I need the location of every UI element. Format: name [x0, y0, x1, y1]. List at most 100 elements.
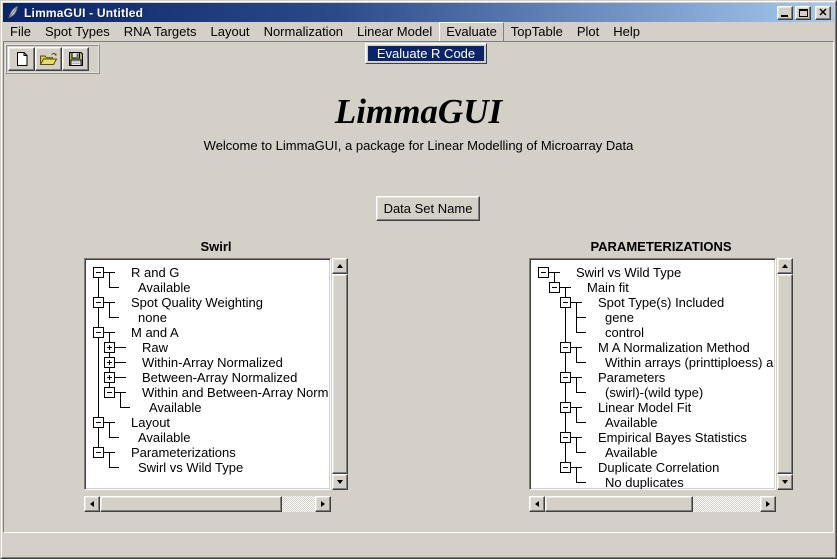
menu-item-evaluate-r-code[interactable]: Evaluate R Code: [368, 46, 484, 61]
tree-node-label[interactable]: M and A: [131, 325, 179, 340]
vscroll-thumb[interactable]: [332, 274, 348, 474]
tree-node-label[interactable]: Linear Model Fit: [598, 400, 691, 415]
save-file-button[interactable]: [62, 47, 89, 71]
tree-connector-line: [104, 452, 115, 453]
tree-node-label[interactable]: Swirl vs Wild Type: [576, 265, 681, 280]
tree-collapse-box[interactable]: [93, 327, 104, 338]
menu-item-normalization[interactable]: Normalization: [257, 22, 350, 42]
menu-item-rna-targets[interactable]: RNA Targets: [117, 22, 204, 42]
tree-node-label[interactable]: Available: [605, 445, 658, 460]
tree-node-label[interactable]: Within arrays (printtiploess) a: [605, 355, 773, 370]
menu-item-evaluate[interactable]: Evaluate: [439, 22, 504, 42]
tree-node-label[interactable]: Available: [138, 430, 191, 445]
left-tree-caption: Swirl: [84, 239, 348, 254]
scroll-left-button[interactable]: [84, 496, 100, 512]
menu-item-help[interactable]: Help: [606, 22, 647, 42]
tree-node-label[interactable]: Spot Type(s) Included: [598, 295, 724, 310]
tree-connector-line: [109, 302, 110, 317]
tree-collapse-box[interactable]: [560, 462, 571, 473]
hscroll-thumb[interactable]: [545, 496, 693, 512]
maximize-button[interactable]: [795, 6, 811, 20]
data-set-name-button[interactable]: Data Set Name: [376, 196, 480, 221]
scroll-down-button[interactable]: [332, 474, 348, 490]
tree-connector-line: [109, 467, 119, 468]
dataset-tree-hscrollbar[interactable]: [84, 496, 331, 512]
titlebar[interactable]: LimmaGUI - Untitled ✕: [3, 3, 834, 22]
tree-node-label[interactable]: Duplicate Correlation: [598, 460, 719, 475]
tree-node-label[interactable]: none: [138, 310, 167, 325]
tree-collapse-box[interactable]: [560, 432, 571, 443]
tree-expand-box[interactable]: [104, 357, 115, 368]
menu-item-file[interactable]: File: [3, 22, 38, 42]
new-file-button[interactable]: [8, 47, 35, 71]
tree-connector-line: [115, 377, 126, 378]
menu-item-spot-types[interactable]: Spot Types: [38, 22, 117, 42]
app-feather-icon: [6, 5, 21, 20]
tree-connector-line: [576, 362, 586, 363]
tree-node-label[interactable]: Available: [138, 280, 191, 295]
hscroll-thumb[interactable]: [100, 496, 282, 512]
parameterizations-tree-vscrollbar[interactable]: [777, 258, 793, 490]
tree-collapse-box[interactable]: [93, 447, 104, 458]
scroll-left-button[interactable]: [529, 496, 545, 512]
tree-collapse-box[interactable]: [93, 297, 104, 308]
minimize-icon: [781, 15, 788, 17]
tree-node-label[interactable]: Between-Array Normalized: [142, 370, 297, 385]
tree-connector-line: [109, 422, 110, 437]
tree-connector-line: [109, 452, 110, 467]
close-button[interactable]: ✕: [815, 6, 831, 20]
scroll-down-button[interactable]: [777, 474, 793, 490]
tree-node-label[interactable]: control: [605, 325, 644, 340]
tree-node-label[interactable]: (swirl)-(wild type): [605, 385, 703, 400]
tree-expand-box[interactable]: [104, 342, 115, 353]
menu-item-layout[interactable]: Layout: [204, 22, 257, 42]
dataset-tree-widget: R and GAvailableSpot Quality Weightingno…: [84, 258, 348, 513]
menu-item-plot[interactable]: Plot: [570, 22, 606, 42]
tree-connector-line: [560, 287, 571, 288]
dataset-tree-listbox[interactable]: R and GAvailableSpot Quality Weightingno…: [84, 258, 331, 490]
tree-node-label[interactable]: Parameterizations: [131, 445, 236, 460]
scroll-right-button[interactable]: [760, 496, 776, 512]
page-title: LimmaGUI: [0, 92, 837, 132]
tree-node-label[interactable]: Swirl vs Wild Type: [138, 460, 243, 475]
tree-node-label[interactable]: Spot Quality Weighting: [131, 295, 263, 310]
scroll-up-button[interactable]: [332, 258, 348, 274]
tree-node-label[interactable]: Empirical Bayes Statistics: [598, 430, 747, 445]
tree-node-label[interactable]: gene: [605, 310, 634, 325]
tree-node-label[interactable]: Layout: [131, 415, 170, 430]
tree-connector-line: [109, 317, 119, 318]
open-file-button[interactable]: [35, 47, 62, 71]
tree-collapse-box[interactable]: [560, 402, 571, 413]
menu-item-linear-model[interactable]: Linear Model: [350, 22, 439, 42]
tree-collapse-box[interactable]: [93, 417, 104, 428]
vscroll-thumb[interactable]: [777, 274, 793, 474]
minimize-button[interactable]: [777, 6, 793, 20]
scroll-up-button[interactable]: [777, 258, 793, 274]
tree-collapse-box[interactable]: [93, 267, 104, 278]
tree-collapse-box[interactable]: [560, 297, 571, 308]
dataset-tree-vscrollbar[interactable]: [332, 258, 348, 490]
tree-node-label[interactable]: R and G: [131, 265, 179, 280]
parameterizations-tree-listbox[interactable]: Swirl vs Wild TypeMain fitSpot Type(s) I…: [529, 258, 776, 490]
parameterizations-tree-hscrollbar[interactable]: [529, 496, 776, 512]
tree-collapse-box[interactable]: [104, 387, 115, 398]
tree-connector-line: [571, 407, 582, 408]
tree-collapse-box[interactable]: [538, 267, 549, 278]
tree-collapse-box[interactable]: [549, 282, 560, 293]
tree-collapse-box[interactable]: [560, 342, 571, 353]
tree-node-label[interactable]: Raw: [142, 340, 168, 355]
tree-node-label[interactable]: Parameters: [598, 370, 665, 385]
tree-node-label[interactable]: Within-Array Normalized: [142, 355, 283, 370]
tree-expand-box[interactable]: [104, 372, 115, 383]
menu-item-toptable[interactable]: TopTable: [504, 22, 570, 42]
tree-node-label[interactable]: Main fit: [587, 280, 629, 295]
tree-connector-line: [571, 302, 582, 303]
scroll-right-button[interactable]: [315, 496, 331, 512]
tree-collapse-box[interactable]: [560, 372, 571, 383]
tree-node-label[interactable]: No duplicates: [605, 475, 684, 489]
tree-node-label[interactable]: Within and Between-Array Norm: [142, 385, 328, 400]
tree-node-label[interactable]: Available: [149, 400, 202, 415]
tree-node-label[interactable]: M A Normalization Method: [598, 340, 750, 355]
tree-node-label[interactable]: Available: [605, 415, 658, 430]
app-window: LimmaGUI - Untitled ✕ FileSpot TypesRNA …: [0, 0, 837, 559]
